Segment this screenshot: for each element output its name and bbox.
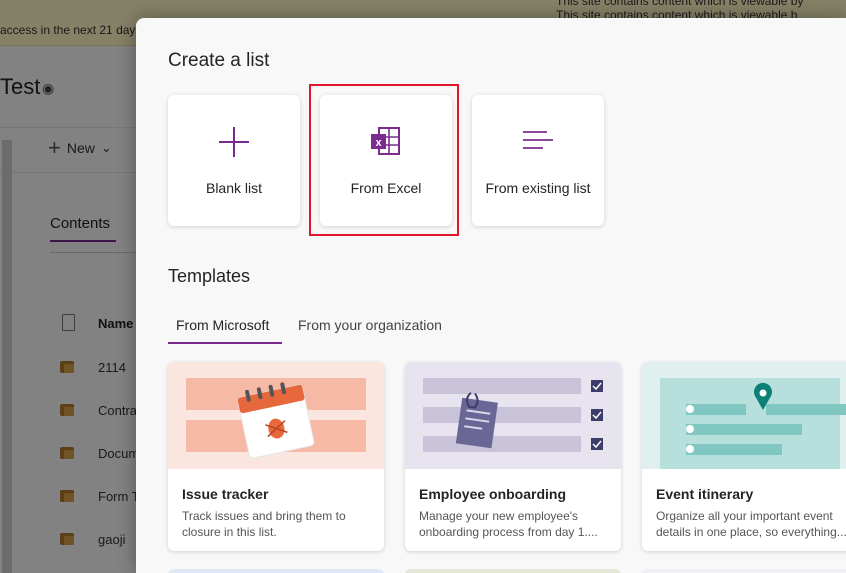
from-existing-list-card[interactable]: From existing list <box>472 95 604 226</box>
issue-tracker-illustration <box>186 378 366 459</box>
template-art <box>405 362 621 469</box>
panel-title: Create a list <box>168 50 270 71</box>
template-title: Issue tracker <box>182 486 269 502</box>
blank-list-card[interactable]: Blank list <box>168 95 300 226</box>
highlight-box <box>309 84 459 236</box>
lines-icon <box>472 125 604 159</box>
template-card-issue-tracker[interactable]: Issue tracker Track issues and bring the… <box>168 362 384 551</box>
template-card-partial[interactable] <box>642 569 846 573</box>
tab-from-your-organization[interactable]: From your organization <box>298 317 442 333</box>
template-description: Organize all your important event detail… <box>656 509 846 539</box>
template-card-event-itinerary[interactable]: Event itinerary Organize all your import… <box>642 362 846 551</box>
template-card-employee-onboarding[interactable]: Employee onboarding Manage your new empl… <box>405 362 621 551</box>
card-label: Blank list <box>205 180 263 196</box>
plus-icon <box>168 125 300 159</box>
template-card-partial[interactable] <box>168 569 384 573</box>
templates-heading: Templates <box>168 266 251 286</box>
event-itinerary-illustration <box>660 378 846 469</box>
card-label: From existing list <box>485 180 591 196</box>
template-description: Track issues and bring them to closure i… <box>182 509 346 539</box>
tab-from-microsoft[interactable]: From Microsoft <box>176 317 269 333</box>
create-list-panel: Create a list Blank list x From Excel Fr… <box>136 18 846 573</box>
template-art <box>168 362 384 469</box>
template-title: Employee onboarding <box>419 486 567 502</box>
template-title: Event itinerary <box>656 486 754 502</box>
template-card-partial[interactable] <box>405 569 621 573</box>
employee-onboarding-illustration <box>423 378 603 452</box>
tab-underline <box>168 342 282 344</box>
template-description: Manage your new employee's onboarding pr… <box>419 509 598 539</box>
template-art <box>642 362 846 469</box>
